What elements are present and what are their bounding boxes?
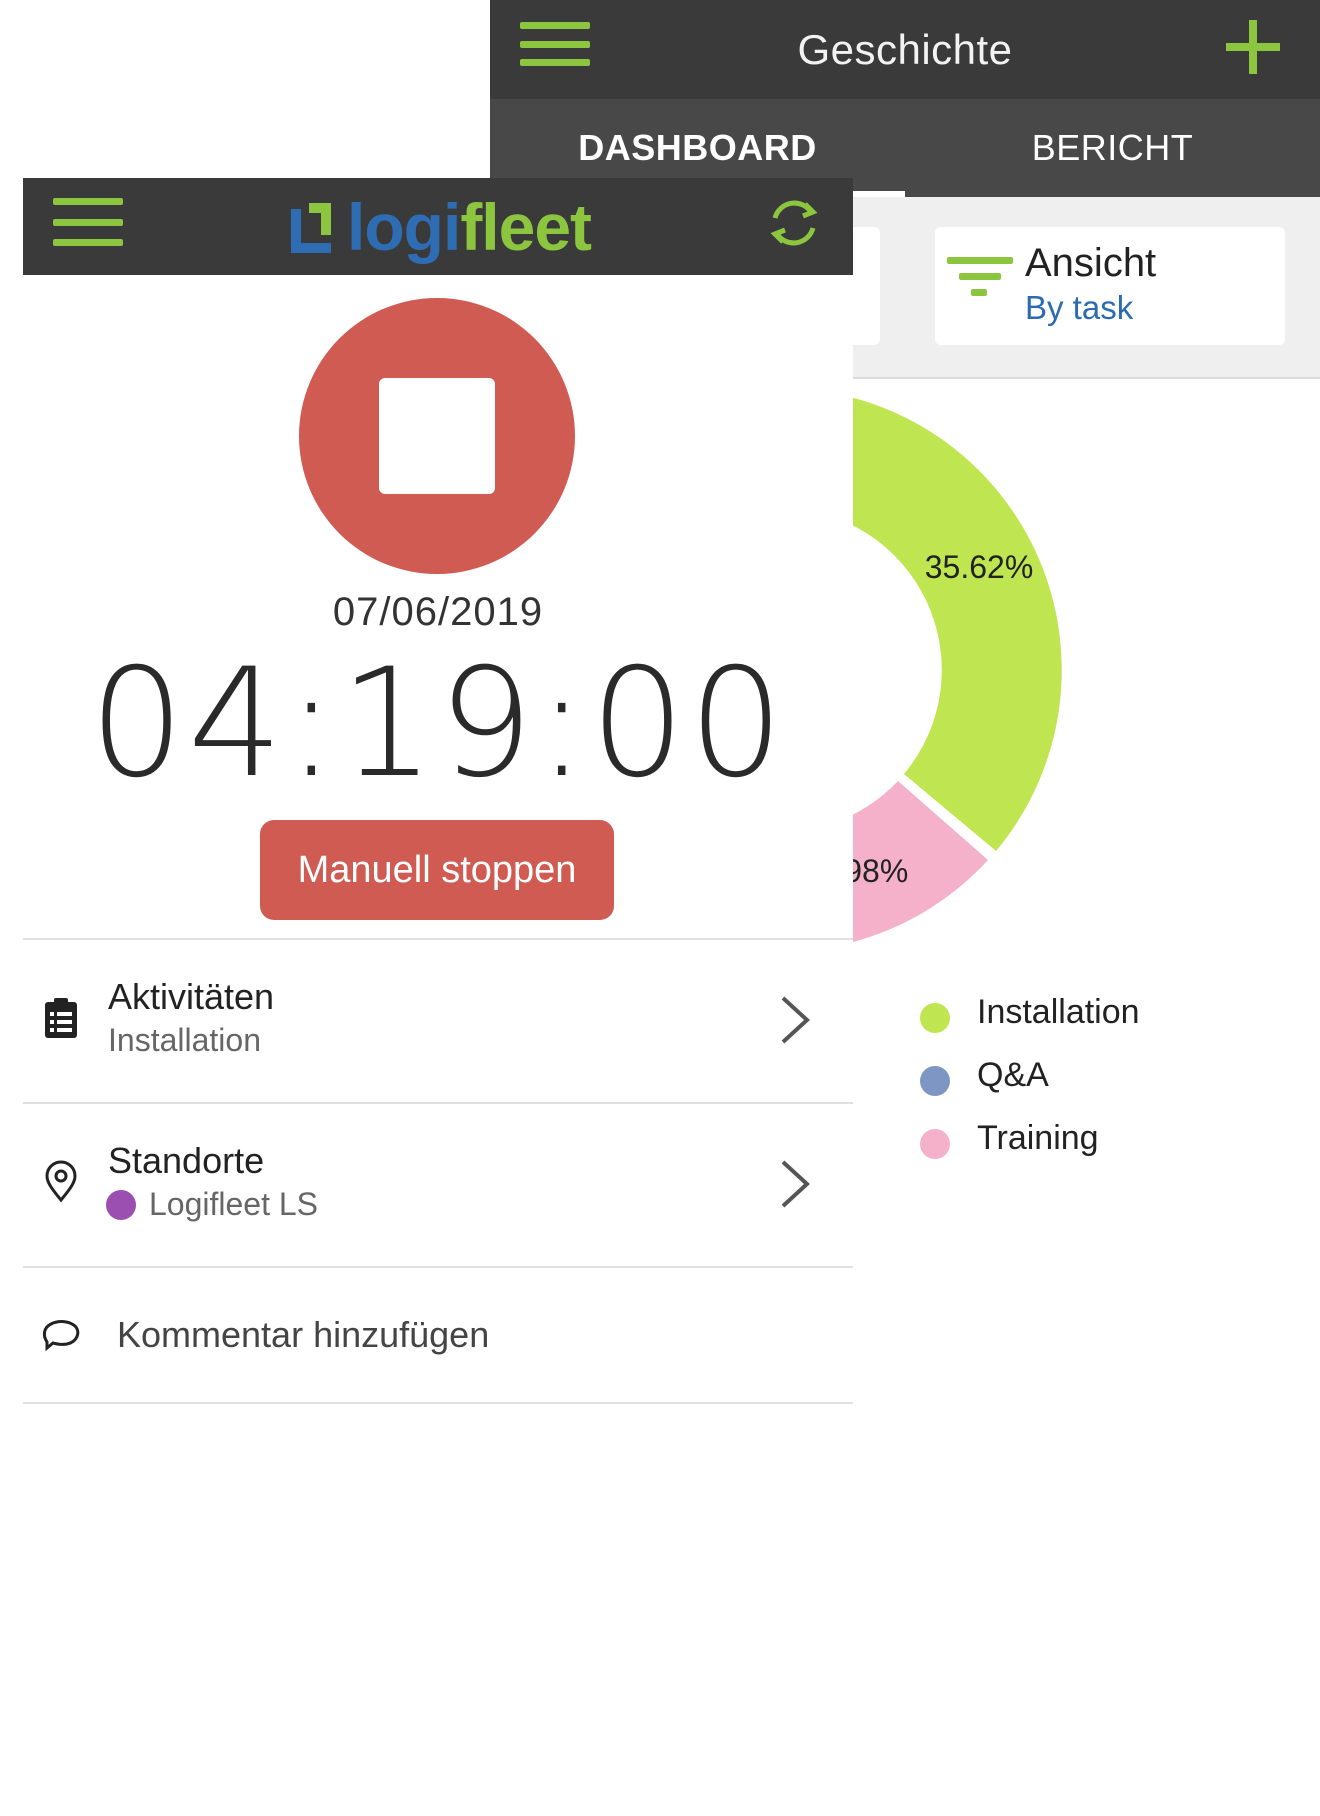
manual-stop-button[interactable]: Manuell stoppen bbox=[260, 820, 614, 920]
elapsed-time: 04:19:00 bbox=[89, 637, 787, 811]
legend-label: Training bbox=[977, 1119, 1099, 1157]
clipboard-icon bbox=[45, 998, 77, 1038]
stop-timer-button[interactable] bbox=[299, 298, 575, 574]
row-subtitle: Logifleet LS bbox=[149, 1186, 319, 1222]
filter-icon bbox=[947, 257, 1013, 303]
locations-row[interactable]: Standorte Logifleet LS bbox=[23, 1102, 853, 1266]
logifleet-logo: logifleet bbox=[291, 184, 592, 270]
legend-dot bbox=[920, 1129, 950, 1159]
chevron-right-icon bbox=[781, 996, 810, 1044]
legend-label: Installation bbox=[977, 993, 1140, 1031]
legend-label: Q&A bbox=[977, 1056, 1049, 1094]
chart-label-installation: 35.62% bbox=[925, 549, 1034, 585]
view-filter-label: Ansicht bbox=[1025, 241, 1157, 285]
timer-toolbar: logifleet bbox=[23, 178, 853, 275]
row-title: Kommentar hinzufügen bbox=[117, 1314, 490, 1355]
stop-icon bbox=[379, 378, 495, 494]
page-title: Geschichte bbox=[797, 26, 1013, 73]
divider bbox=[23, 1402, 853, 1404]
timer-date: 07/06/2019 bbox=[332, 590, 544, 634]
menu-icon[interactable] bbox=[53, 198, 123, 246]
legend-dot bbox=[920, 1003, 950, 1033]
row-title: Standorte bbox=[108, 1140, 265, 1181]
row-title: Aktivitäten bbox=[108, 976, 275, 1017]
view-filter-value: By task bbox=[1025, 289, 1134, 326]
view-filter-button[interactable]: Ansicht By task bbox=[935, 227, 1285, 345]
row-subtitle: Installation bbox=[108, 1022, 261, 1058]
sync-icon[interactable] bbox=[765, 194, 823, 252]
location-color-dot bbox=[106, 1190, 136, 1220]
location-pin-icon bbox=[45, 1160, 77, 1203]
logo-wordmark: logifleet bbox=[347, 190, 592, 264]
legend-dot bbox=[920, 1066, 950, 1096]
timer-screen: logifleet 07/06/2019 04:19:00 Manuell st… bbox=[23, 178, 853, 1816]
logo-mark-icon bbox=[291, 201, 333, 253]
comment-icon bbox=[42, 1320, 80, 1352]
tab-bericht[interactable]: BERICHT bbox=[905, 99, 1320, 197]
history-toolbar: Geschichte bbox=[490, 0, 1320, 99]
chevron-right-icon bbox=[781, 1160, 810, 1208]
add-comment-row[interactable]: Kommentar hinzufügen bbox=[23, 1266, 853, 1404]
add-icon[interactable] bbox=[1226, 20, 1280, 74]
activities-row[interactable]: Aktivitäten Installation bbox=[23, 938, 853, 1102]
